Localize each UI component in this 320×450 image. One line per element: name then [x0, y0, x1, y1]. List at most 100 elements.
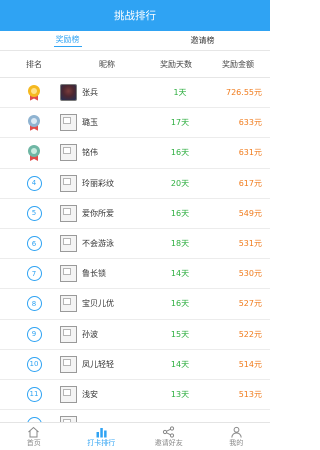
reward-amount: 527元: [238, 299, 262, 309]
table-row[interactable]: 11 浅安 13天 513元: [0, 380, 270, 411]
rank-cell: 8: [0, 296, 60, 312]
reward-amount: 631元: [238, 148, 262, 158]
reward-days: 14天: [170, 269, 190, 279]
reward-days: 16天: [170, 299, 190, 309]
nav-user[interactable]: 我的: [203, 423, 271, 450]
avatar: [60, 325, 77, 343]
nav-home[interactable]: 首页: [0, 423, 68, 450]
table-row[interactable]: 5 爱你所爱 16天 549元: [0, 199, 270, 229]
nick-cell: 玲丽彩纹: [60, 174, 146, 192]
nickname: 凤儿轻轻: [82, 359, 114, 369]
rank-number: 5: [26, 205, 42, 221]
table-row[interactable]: 7 鲁长锁 14天 530元: [0, 259, 270, 290]
reward-days: 20天: [170, 178, 190, 188]
nick-cell: 宝贝儿优: [60, 295, 146, 313]
nick-cell: 张兵: [60, 84, 146, 102]
medal-silver-icon: [28, 114, 40, 131]
rank-number: 7: [26, 266, 42, 282]
table-row[interactable]: 8 宝贝儿优 16天 527元: [0, 289, 270, 320]
rank-cell: 11: [0, 386, 60, 402]
rank-cell: 7: [0, 266, 60, 282]
nick-cell: 铭伟: [60, 144, 146, 162]
nickname: 璐玉: [82, 118, 98, 128]
reward-amount: 522元: [238, 329, 262, 339]
nickname: 宝贝儿优: [82, 299, 114, 309]
rank-cell: [0, 144, 60, 161]
reward-days: 16天: [170, 208, 190, 218]
rank-number: 4: [26, 175, 42, 191]
table-row[interactable]: 铭伟 16天 631元: [0, 138, 270, 169]
rank-cell: 4: [0, 175, 60, 191]
tab-invite[interactable]: 邀请榜: [135, 31, 270, 50]
user-icon: [230, 425, 243, 438]
reward-days: 18天: [170, 239, 190, 249]
avatar: [60, 295, 77, 313]
reward-days: 17天: [170, 118, 190, 128]
rank-number: 11: [26, 386, 42, 402]
nick-cell: 浅安: [60, 385, 146, 403]
share-icon: [162, 425, 175, 438]
nick-cell: 鲁长锁: [60, 265, 146, 283]
nav-chart[interactable]: 打卡排行: [68, 423, 136, 450]
rank-number: 8: [26, 296, 42, 312]
reward-amount: 513元: [238, 389, 262, 399]
nav-share[interactable]: 邀请好友: [135, 423, 203, 450]
nickname: 鲁长锁: [82, 269, 106, 279]
rank-cell: [0, 114, 60, 131]
col-amount: 奖励金额: [222, 59, 254, 69]
reward-amount: 530元: [238, 269, 262, 279]
nickname: 爱你所爱: [82, 208, 114, 218]
nickname: 张兵: [82, 88, 98, 98]
nick-cell: 不会游泳: [60, 235, 146, 253]
tab-reward[interactable]: 奖励榜: [0, 31, 135, 50]
table-row[interactable]: 9 孙波 15天 522元: [0, 320, 270, 350]
tab-reward-label: 奖励榜: [53, 34, 82, 47]
rank-cell: 5: [0, 205, 60, 221]
avatar: [60, 235, 77, 253]
reward-amount: 726.55元: [226, 88, 262, 98]
table-row[interactable]: 10 凤儿轻轻 14天 514元: [0, 350, 270, 380]
avatar: [60, 355, 77, 373]
nickname: 玲丽彩纹: [82, 178, 114, 188]
medal-bronze-icon: [28, 144, 40, 161]
reward-amount: 531元: [238, 239, 262, 249]
rank-cell: 9: [0, 326, 60, 342]
reward-days: 15天: [170, 329, 190, 339]
rank-number: 9: [26, 326, 42, 342]
nav-label: 我的: [229, 439, 244, 447]
reward-days: 14天: [170, 359, 190, 369]
app-header: 挑战排行: [0, 0, 270, 31]
chart-icon: [95, 425, 108, 438]
avatar: [60, 174, 77, 192]
reward-amount: 633元: [238, 118, 262, 128]
nick-cell: 爱你所爱: [60, 204, 146, 222]
medal-gold-icon: [28, 84, 40, 101]
avatar: [60, 84, 77, 102]
reward-days: 16天: [170, 148, 190, 158]
table-row[interactable]: 张兵 1天 726.55元: [0, 78, 270, 109]
nav-label: 打卡排行: [87, 439, 116, 447]
nav-label: 首页: [26, 439, 41, 447]
col-days: 奖励天数: [160, 59, 192, 69]
table-row[interactable]: 12: [0, 410, 270, 422]
table-row[interactable]: 6 不会游泳 18天 531元: [0, 229, 270, 260]
table-row[interactable]: 璐玉 17天 633元: [0, 108, 270, 139]
rank-number: 6: [26, 236, 42, 252]
rank-cell: [0, 84, 60, 101]
ranking-list: 张兵 1天 726.55元 璐玉 17天 633元 铭伟 16天 631元 4 玲丽彩纹 20天 617…: [0, 78, 270, 422]
rank-cell: 6: [0, 236, 60, 252]
avatar: [60, 385, 77, 403]
nav-label: 邀请好友: [154, 439, 183, 447]
nick-cell: 璐玉: [60, 114, 146, 132]
nickname: 铭伟: [82, 148, 98, 158]
col-rank: 排名: [26, 59, 42, 69]
table-row[interactable]: 4 玲丽彩纹 20天 617元: [0, 169, 270, 199]
reward-amount: 514元: [238, 359, 262, 369]
reward-amount: 549元: [238, 208, 262, 218]
nick-cell: 孙波: [60, 325, 146, 343]
nick-cell: 凤儿轻轻: [60, 355, 146, 373]
reward-amount: 617元: [238, 178, 262, 188]
nickname: 浅安: [82, 389, 98, 399]
avatar: [60, 114, 77, 132]
page-title: 挑战排行: [114, 10, 156, 22]
